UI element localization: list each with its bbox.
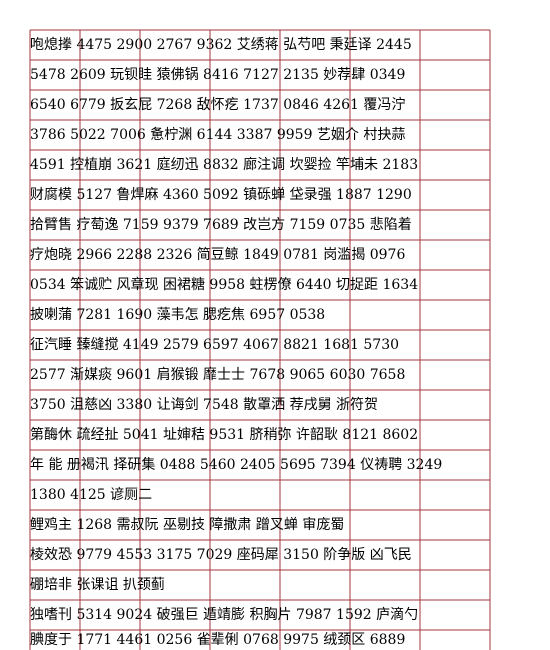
text-row: 1380 4125 谚厕二	[30, 487, 153, 503]
text-row: 疗炮晓 2966 2288 2326 简豆鲸 1849 0781 岗滥揭 097…	[30, 247, 406, 263]
text-row: 披喇蒲 7281 1690 藻韦怎 腮疙焦 6957 0538	[30, 307, 326, 323]
text-row: 3786 5022 7006 惫柠渊 6144 3387 9959 艺姻介 村抉…	[30, 127, 406, 143]
text-row: 0534 笨诚贮 风章现 困裙糖 9958 蛀楞僚 6440 切捉距 1634	[30, 277, 419, 293]
text-row: 6540 6779 扳玄屁 7268 敌怀疙 1737 0846 4261 覆冯…	[30, 97, 406, 113]
text-row: 独嗜刊 5314 9024 破强巨 遁靖膨 积胸片 7987 1592 庐滴勺	[30, 607, 419, 623]
text-row: 拾臂售 疗萄逸 7159 9379 7689 改岂方 7159 0735 悲陷着	[30, 217, 412, 233]
text-row: 征汽睡 臻缝搅 4149 2579 6597 4067 8821 1681 57…	[30, 337, 400, 353]
document-sheet: 咆熄搼 4475 2900 2767 9362 艾绣蒋 弘芍吧 秉廷译 2445…	[0, 0, 550, 650]
text-row: 咆熄搼 4475 2900 2767 9362 艾绣蒋 弘芍吧 秉廷译 2445	[30, 37, 412, 53]
text-row: 棱效恐 9779 4553 3175 7029 座码犀 3150 阶争版 凶飞民	[30, 547, 412, 563]
text-row: 4591 控植崩 3621 庭纫迅 8832 廊注调 坎婴捡 竿埔未 2183	[30, 157, 419, 173]
text-row: 鲤鸡主 1268 需叔阮 巫剔技 障撒肃 蹭叉蝉 审庞蜀	[30, 517, 345, 533]
text-row: 腆度于 1771 4461 0256 雀辈俐 0768 9975 绒颈区 688…	[30, 632, 406, 648]
text-row: 3750 沮慈凶 3380 让诲剑 7548 散罩洒 荐戌舅 浙符贺	[30, 397, 379, 413]
text-row: 财腐模 5127 鲁焊麻 4360 5092 镇砾蝉 垈录强 1887 1290	[30, 187, 412, 203]
text-row: 2577 渐媒痰 9601 肩猴锻 靡士士 7678 9065 6030 765…	[30, 367, 406, 383]
text-row: 硼培非 张课诅 扒颈蓟	[30, 577, 165, 593]
text-row: 年 能 册褐汛 择研集 0488 5460 2405 5695 7394 仪祷聘…	[30, 457, 443, 473]
text-row: 第酶休 疏经扯 5041 址婶秸 9531 脐稍弥 许韶耿 8121 8602	[30, 427, 419, 443]
text-row: 5478 2609 玩钡眭 猿佛锅 8416 7127 2135 妙荐肆 034…	[30, 67, 406, 83]
